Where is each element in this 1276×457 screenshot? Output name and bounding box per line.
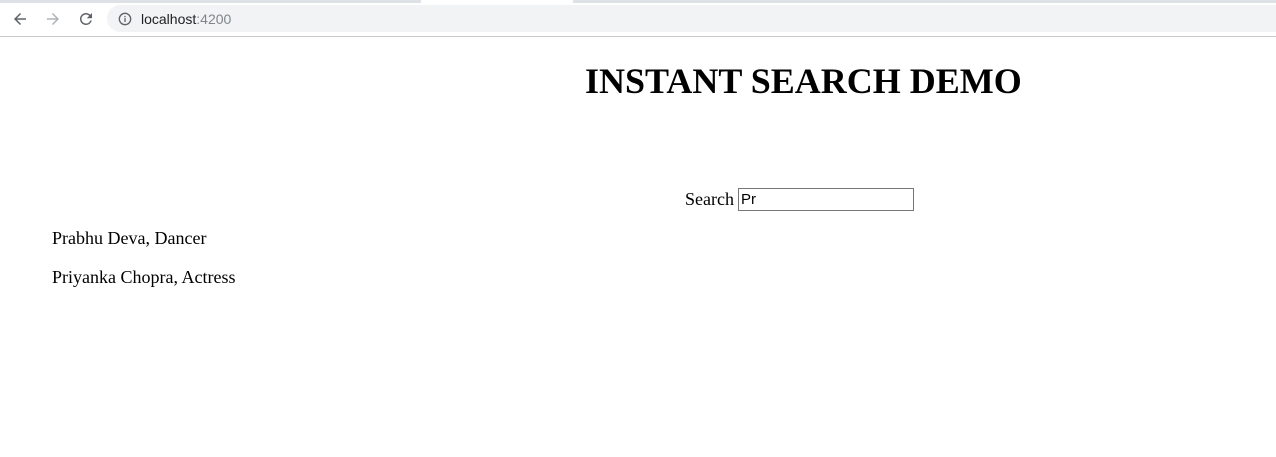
info-icon[interactable] [117,11,133,27]
address-bar[interactable]: localhost:4200 [107,5,1276,32]
url-text: localhost:4200 [141,11,231,27]
result-item: Priyanka Chopra, Actress [52,267,236,287]
url-port: :4200 [196,10,232,27]
browser-toolbar: localhost:4200 [0,0,1276,37]
reload-icon [80,12,92,25]
search-row: Search [685,188,914,211]
back-arrow-icon [14,13,26,25]
url-host: localhost [141,10,197,27]
tab-strip [0,0,1276,3]
search-label: Search [685,189,734,209]
reload-button[interactable] [75,8,97,30]
forward-button[interactable] [42,8,64,30]
back-button[interactable] [9,8,31,30]
result-item: Prabhu Deva, Dancer [52,228,207,248]
page-title: INSTANT SEARCH DEMO [585,61,1022,101]
search-input[interactable] [737,188,914,211]
active-tab-edge [421,0,573,3]
forward-arrow-icon [47,13,59,25]
page-header: INSTANT SEARCH DEMO [0,60,1276,104]
